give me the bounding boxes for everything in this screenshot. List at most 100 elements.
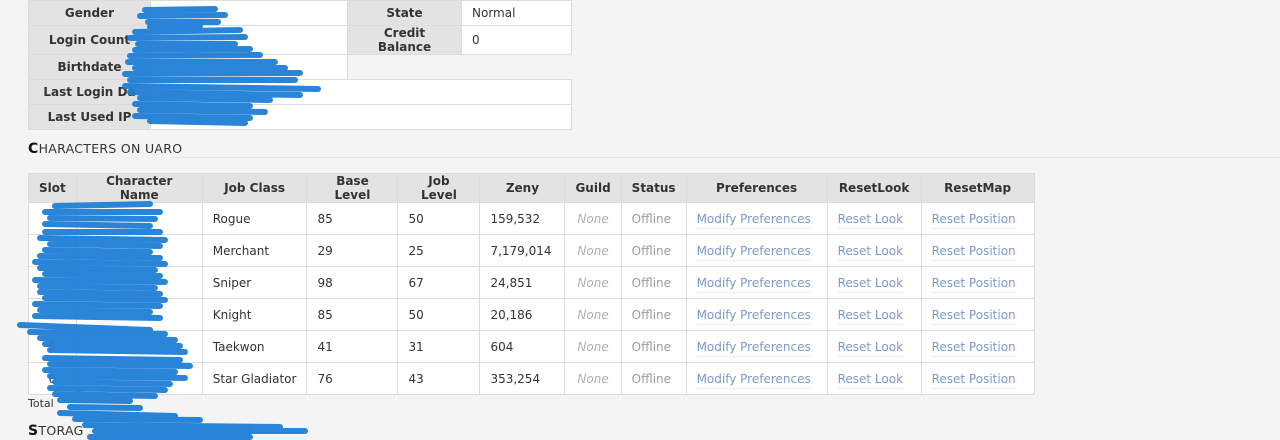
modify-preferences-cell: Modify Preferences — [685, 234, 828, 267]
reset-look-cell: Reset Look — [826, 234, 922, 267]
guild-cell: None — [564, 362, 622, 395]
col-zeny: Zeny — [479, 173, 566, 203]
job-level-cell: 50 — [397, 202, 481, 235]
zeny-cell: 24,851 — [479, 266, 566, 299]
table-row: Rogue 85 50 159,532 None Offline Modify Prefer… — [28, 202, 1035, 235]
slot-cell — [28, 202, 77, 235]
reset-look-cell: Reset Look — [826, 266, 922, 299]
reset-look-cell: Reset Look — [826, 362, 922, 395]
table-row: Merchant 29 25 7,179,014 None Offline Modify P… — [28, 234, 1035, 267]
col-base-level: Base Level — [306, 173, 399, 203]
reset-position-cell: Reset Position — [920, 330, 1035, 363]
heading-text: TORAG — [38, 423, 84, 438]
col-character-name: Character Name — [75, 173, 203, 203]
job-level-cell: 67 — [397, 266, 481, 299]
reset-position-link[interactable]: Reset Position — [931, 275, 1016, 293]
modify-preferences-link[interactable]: Modify Preferences — [696, 243, 811, 261]
base-level-cell: 85 — [306, 202, 399, 235]
reset-position-cell: Reset Position — [920, 202, 1035, 235]
job-class-cell: Knight — [201, 298, 308, 331]
col-preferences: Preferences — [685, 173, 828, 203]
status-cell: Offline — [620, 234, 687, 267]
character-name-cell — [75, 330, 203, 363]
last-ip-label: Last Used IP — [28, 104, 151, 130]
base-level-cell: 29 — [306, 234, 399, 267]
reset-position-cell: Reset Position — [920, 266, 1035, 299]
status-cell: Offline — [620, 266, 687, 299]
reset-look-cell: Reset Look — [826, 202, 922, 235]
credit-balance-value: 0 — [461, 25, 572, 55]
heading-text: HARACTERS ON UARO — [38, 141, 183, 156]
modify-preferences-cell: Modify Preferences — [685, 266, 828, 299]
modify-preferences-link[interactable]: Modify Preferences — [696, 307, 811, 325]
zeny-cell: 604 — [479, 330, 566, 363]
slot-cell: 6 — [28, 362, 77, 395]
credit-balance-label: Credit Balance — [347, 25, 462, 55]
info-row: Last Used IP — [28, 104, 572, 130]
reset-look-cell: Reset Look — [826, 330, 922, 363]
reset-position-link[interactable]: Reset Position — [931, 307, 1016, 325]
gender-value — [150, 0, 348, 26]
job-class-cell: Taekwon — [201, 330, 308, 363]
reset-position-link[interactable]: Reset Position — [931, 211, 1016, 229]
job-level-cell: 25 — [397, 234, 481, 267]
table-row: Sniper 98 67 24,851 None Offline Modify Prefer… — [28, 266, 1035, 299]
col-guild: Guild — [564, 173, 622, 203]
modify-preferences-link[interactable]: Modify Preferences — [696, 275, 811, 293]
character-name-cell — [75, 234, 203, 267]
modify-preferences-cell: Modify Preferences — [685, 202, 828, 235]
character-name-cell — [75, 202, 203, 235]
gender-label: Gender — [28, 0, 151, 26]
last-login-label: Last Login Da — [28, 79, 151, 105]
job-class-cell: Sniper — [201, 266, 308, 299]
zeny-cell: 7,179,014 — [479, 234, 566, 267]
job-class-cell: Star Gladiator — [201, 362, 308, 395]
job-level-cell: 43 — [397, 362, 481, 395]
modify-preferences-link[interactable]: Modify Preferences — [696, 211, 811, 229]
reset-look-link[interactable]: Reset Look — [837, 371, 904, 389]
reset-position-link[interactable]: Reset Position — [931, 243, 1016, 261]
birthdate-value — [150, 54, 348, 80]
empty-cell — [347, 54, 572, 80]
modify-preferences-link[interactable]: Modify Preferences — [696, 371, 811, 389]
slot-cell — [28, 298, 77, 331]
base-level-cell: 76 — [306, 362, 399, 395]
modify-preferences-link[interactable]: Modify Preferences — [696, 339, 811, 357]
storage-heading: STORAG — [28, 423, 84, 439]
info-row: Gender State Normal — [28, 0, 572, 26]
col-job-class: Job Class — [201, 173, 308, 203]
reset-position-cell: Reset Position — [920, 298, 1035, 331]
job-level-cell: 31 — [397, 330, 481, 363]
reset-look-link[interactable]: Reset Look — [837, 243, 904, 261]
last-ip-value — [150, 104, 572, 130]
reset-position-cell: Reset Position — [920, 234, 1035, 267]
base-level-cell: 41 — [306, 330, 399, 363]
col-job-level: Job Level — [397, 173, 481, 203]
birthdate-label: Birthdate — [28, 54, 151, 80]
status-cell: Offline — [620, 330, 687, 363]
table-row: 6 Star Gladiator 76 43 353,254 None Offline Mod… — [28, 362, 1035, 395]
section-divider — [170, 157, 1280, 158]
character-name-cell — [75, 298, 203, 331]
col-reset-map: ResetMap — [920, 173, 1035, 203]
account-info-table: Gender State Normal Login Count Credit B… — [28, 0, 572, 130]
reset-look-link[interactable]: Reset Look — [837, 211, 904, 229]
heading-initial: C — [28, 141, 39, 157]
guild-cell: None — [564, 298, 622, 331]
reset-look-link[interactable]: Reset Look — [837, 339, 904, 357]
reset-look-cell: Reset Look — [826, 298, 922, 331]
state-label: State — [347, 0, 462, 26]
reset-look-link[interactable]: Reset Look — [837, 275, 904, 293]
col-slot: Slot — [28, 173, 77, 203]
job-class-cell: Rogue — [201, 202, 308, 235]
slot-cell: 5 — [28, 330, 77, 363]
login-count-value — [150, 25, 348, 55]
reset-position-link[interactable]: Reset Position — [931, 339, 1016, 357]
zeny-cell: 20,186 — [479, 298, 566, 331]
login-count-label: Login Count — [28, 25, 151, 55]
guild-cell: None — [564, 266, 622, 299]
reset-position-link[interactable]: Reset Position — [931, 371, 1016, 389]
reset-look-link[interactable]: Reset Look — [837, 307, 904, 325]
base-level-cell: 98 — [306, 266, 399, 299]
table-row: Knight 85 50 20,186 None Offline Modify Prefer… — [28, 298, 1035, 331]
